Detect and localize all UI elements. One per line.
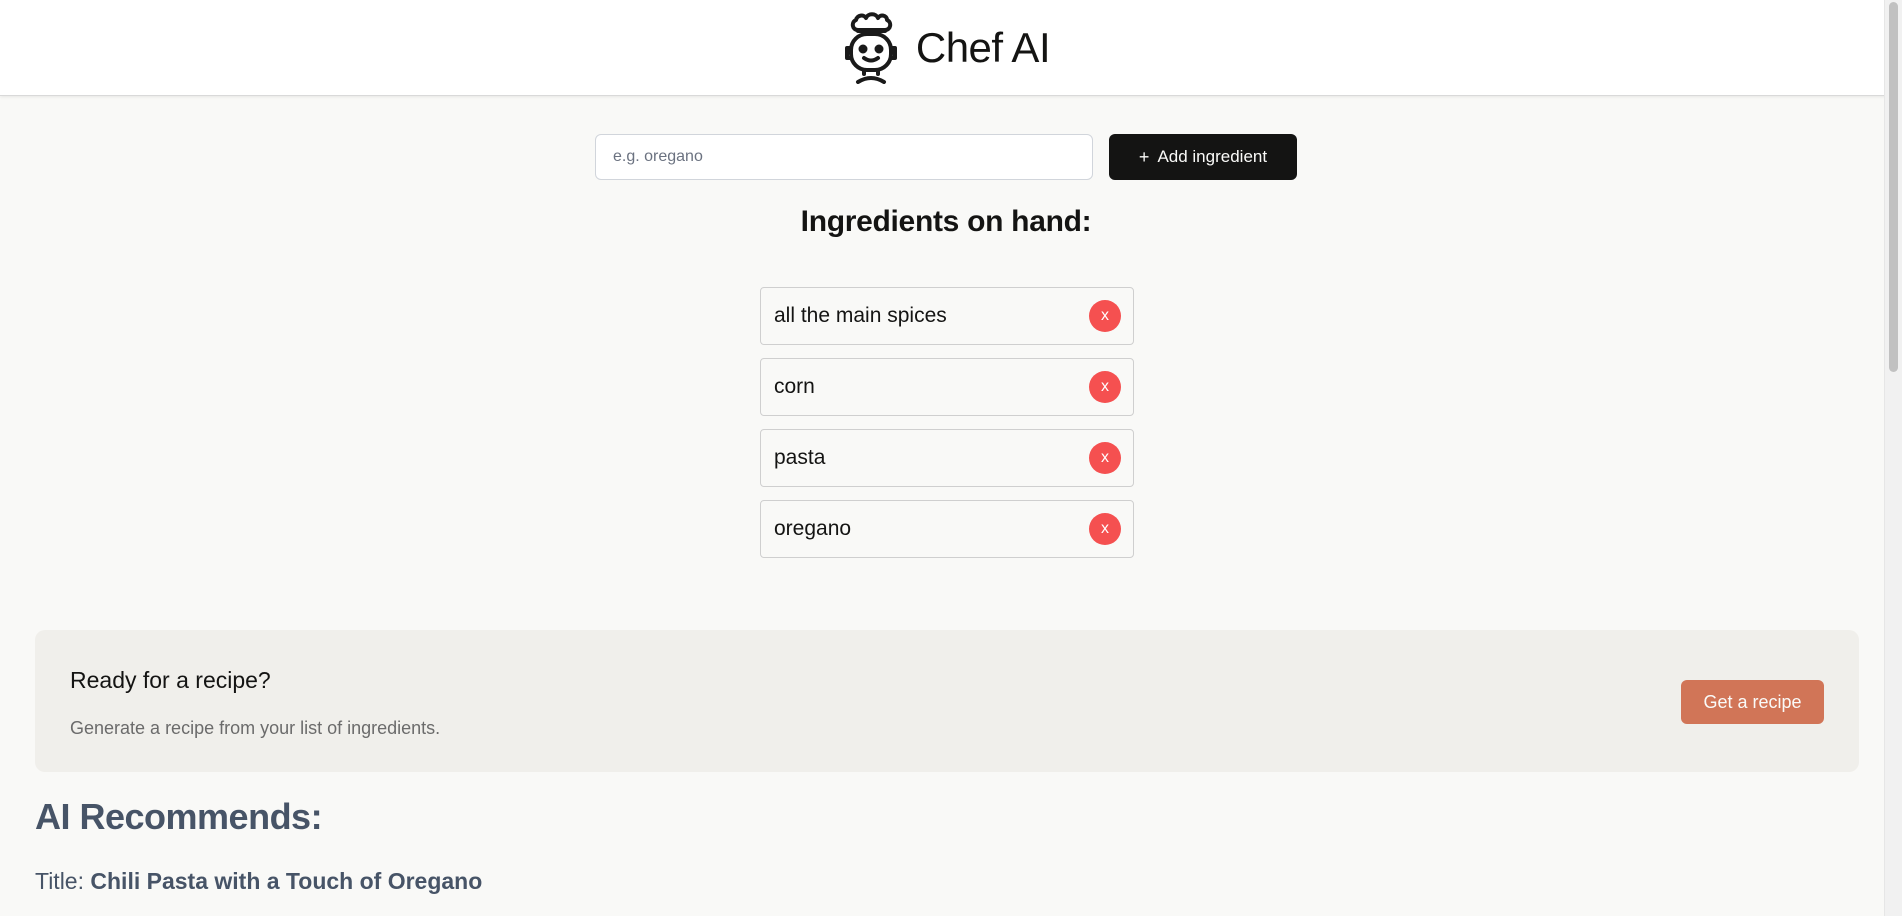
add-ingredient-label: Add ingredient	[1157, 147, 1268, 166]
ingredient-name: oregano	[774, 517, 852, 540]
page-scrollbar[interactable]	[1884, 0, 1902, 916]
ingredient-input[interactable]	[595, 134, 1093, 180]
scrollbar-thumb[interactable]	[1889, 2, 1898, 372]
ingredient-name: all the main spices	[774, 304, 947, 327]
add-ingredient-form: + Add ingredient	[595, 134, 1297, 180]
recipe-title: Chili Pasta with a Touch of Oregano	[90, 868, 483, 894]
panel-description: Generate a recipe from your list of ingr…	[70, 718, 441, 738]
ingredient-list: all the main spices x corn x pasta x ore…	[760, 287, 1134, 571]
recommendation-heading: AI Recommends:	[35, 796, 323, 837]
ingredient-item: pasta x	[760, 429, 1134, 487]
ingredient-item: corn x	[760, 358, 1134, 416]
app-title: Chef AI	[915, 23, 1051, 71]
ingredient-name: corn	[774, 375, 815, 398]
ingredient-item: oregano x	[760, 500, 1134, 558]
remove-ingredient-button[interactable]: x	[1089, 513, 1121, 545]
recipe-title-line: Title: Chili Pasta with a Touch of Orega…	[35, 868, 482, 895]
add-ingredient-button[interactable]: + Add ingredient	[1109, 134, 1297, 180]
get-recipe-button[interactable]: Get a recipe	[1681, 680, 1824, 724]
panel-title: Ready for a recipe?	[70, 667, 271, 693]
remove-ingredient-button[interactable]: x	[1089, 371, 1121, 403]
ingredient-item: all the main spices x	[760, 287, 1134, 345]
plus-icon: +	[1138, 146, 1150, 167]
recipe-title-prefix: Title:	[35, 868, 84, 894]
ingredients-heading: Ingredients on hand:	[800, 205, 1092, 238]
get-recipe-panel: Ready for a recipe? Generate a recipe fr…	[35, 630, 1859, 772]
chef-robot-icon	[844, 11, 897, 84]
remove-ingredient-button[interactable]: x	[1089, 300, 1121, 332]
remove-ingredient-button[interactable]: x	[1089, 442, 1121, 474]
ingredient-name: pasta	[774, 446, 826, 469]
app-header: Chef AI	[0, 0, 1900, 96]
